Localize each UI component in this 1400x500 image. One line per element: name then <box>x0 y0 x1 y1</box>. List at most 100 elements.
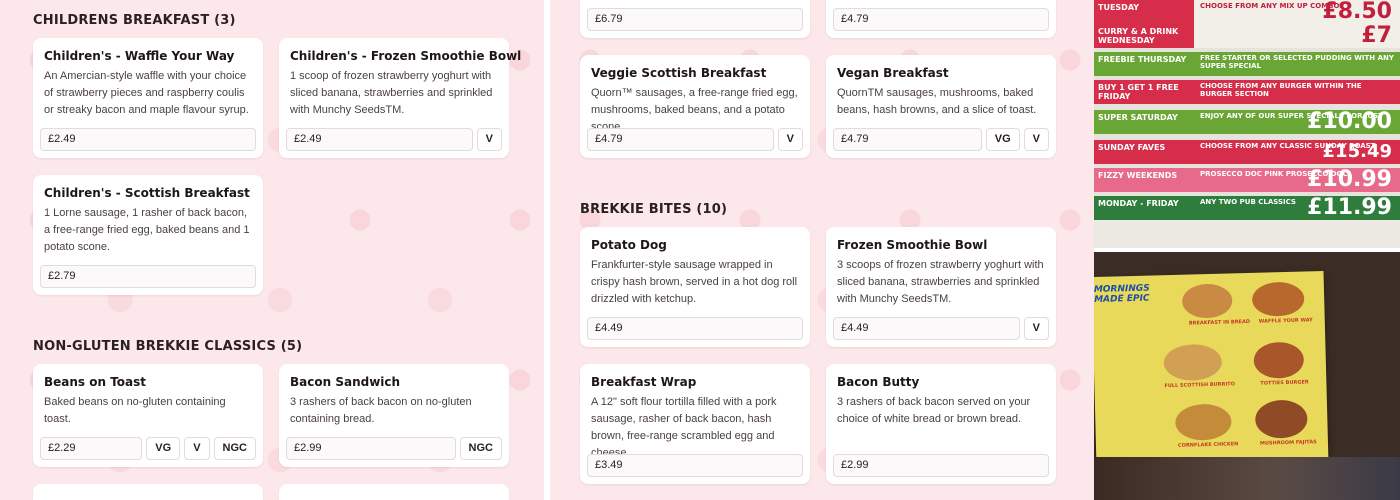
promo-day: MONDAY - FRIDAY <box>1094 196 1194 220</box>
menu-item-card[interactable]: Veggie Scottish Breakfast Quorn™ sausage… <box>580 55 810 158</box>
item-description: An Amercian-style waffle with your choic… <box>44 70 249 116</box>
promo-day: CURRY & A DRINK WEDNESDAY <box>1094 24 1194 48</box>
item-price: £4.79 <box>587 128 774 151</box>
promo-day: SUPER SATURDAY <box>1094 110 1194 134</box>
item-title: Veggie Scottish Breakfast <box>591 66 767 80</box>
menu-item-card[interactable]: Vegan Breakfast QuornTM sausages, mushro… <box>826 55 1056 158</box>
promo-offer: FREE STARTER OR SELECTED PUDDING WITH AN… <box>1194 52 1400 76</box>
promo-offer: CHOOSE FROM ANY MIX UP COMBO £8.50 <box>1194 0 1400 24</box>
menu-item-card[interactable]: Children's - Scottish Breakfast 1 Lorne … <box>33 175 263 295</box>
leaflet-item-label: CORNFLAKE CHICKEN <box>1177 441 1239 449</box>
menu-item-card-partial[interactable]: £6.79 <box>580 0 810 38</box>
menu-item-card[interactable]: Frozen Smoothie Bowl 3 scoops of frozen … <box>826 227 1056 347</box>
item-description: QuornTM sausages, mushrooms, baked beans… <box>837 87 1037 116</box>
price-row: £4.79 <box>833 8 1049 31</box>
price-row: £2.99 NGC <box>286 437 502 460</box>
breakfast-leaflet: MORNINGS MADE EPIC BREAKFAST IN BREAD WA… <box>1094 270 1329 468</box>
leaflet-item-label: MUSHROOM FAJITAS <box>1259 439 1317 447</box>
dietary-tag: V <box>1023 128 1049 151</box>
item-title: Children's - Waffle Your Way <box>44 49 235 63</box>
item-description: 1 scoop of frozen strawberry yoghurt wit… <box>290 70 493 116</box>
item-title: Vegan Breakfast <box>837 66 949 80</box>
item-title: Breakfast Wrap <box>591 375 697 389</box>
leaflet-item-label: BREAKFAST IN BREAD <box>1188 318 1251 327</box>
price-row: £3.49 <box>587 454 803 477</box>
section-title-childrens: CHILDRENS BREAKFAST (3) <box>33 13 236 28</box>
item-price: £2.29 <box>40 437 143 460</box>
price-row: £4.49 V <box>833 317 1049 340</box>
leaflet-item-label: TOTTIES BURGER <box>1260 379 1309 387</box>
promo-offer: ENJOY ANY OF OUR SUPER SPECIALS FOR JUST… <box>1194 110 1400 134</box>
item-price: £2.99 <box>286 437 456 460</box>
promo-price: £11.99 <box>1307 195 1392 220</box>
promo-offer-text: ANY TWO PUB CLASSICS <box>1200 198 1296 206</box>
item-title: Children's - Frozen Smoothie Bowl <box>290 49 522 63</box>
menu-item-card[interactable]: Bacon Butty 3 rashers of back bacon serv… <box>826 364 1056 484</box>
menu-item-card[interactable]: Children's - Frozen Smoothie Bowl 1 scoo… <box>279 38 522 158</box>
item-price: £3.49 <box>587 454 803 477</box>
menu-item-card[interactable]: Children's - Waffle Your Way An Amercian… <box>33 38 263 158</box>
item-price: £4.49 <box>833 317 1020 340</box>
item-price: £2.49 <box>286 128 473 151</box>
food-image <box>1254 399 1308 439</box>
menu-item-card-partial[interactable] <box>33 484 263 500</box>
dietary-tag: NGC <box>213 437 256 460</box>
item-description: A 12" soft flour tortilla filled with a … <box>591 396 777 459</box>
item-price: £4.49 <box>587 317 803 340</box>
price-row: £2.99 <box>833 454 1049 477</box>
dietary-tag: NGC <box>459 437 502 460</box>
promo-footer <box>1094 220 1400 248</box>
promo-price: £15.49 <box>1322 141 1392 162</box>
price-row: £4.79 V <box>587 128 803 151</box>
item-price: £6.79 <box>587 8 803 31</box>
menu-item-card[interactable]: Bacon Sandwich 3 rashers of back bacon o… <box>279 364 509 467</box>
promo-day: TUESDAY <box>1094 0 1194 24</box>
item-title: Frozen Smoothie Bowl <box>837 238 988 252</box>
item-title: Bacon Sandwich <box>290 375 401 389</box>
menu-panel-right: £6.79 £4.79 Veggie Scottish Breakfast Qu… <box>550 0 1094 500</box>
promo-day: FIZZY WEEKENDS <box>1094 168 1194 192</box>
menu-item-card-partial[interactable]: £4.79 <box>826 0 1056 38</box>
promo-price: £10.00 <box>1307 109 1392 134</box>
price-row: £6.79 <box>587 8 803 31</box>
item-description: Frankfurter-style sausage wrapped in cri… <box>591 259 798 305</box>
dietary-tag: VG <box>146 437 181 460</box>
section-title-nongluten: NON-GLUTEN BREKKIE CLASSICS (5) <box>33 339 303 354</box>
promo-day: FREEBIE THURSDAY <box>1094 52 1194 76</box>
item-description: 3 scoops of frozen strawberry yoghurt wi… <box>837 259 1044 305</box>
promo-price: £8.50 <box>1322 0 1392 24</box>
item-price: £4.79 <box>833 8 1049 31</box>
item-title: Bacon Butty <box>837 375 920 389</box>
item-title: Potato Dog <box>591 238 667 252</box>
promo-offer-text: FREE STARTER OR SELECTED PUDDING WITH AN… <box>1200 54 1394 70</box>
menu-item-card-partial[interactable] <box>279 484 509 500</box>
item-description: 3 rashers of back bacon served on your c… <box>837 396 1031 425</box>
leaflet-item-label: WAFFLE YOUR WAY <box>1258 317 1313 325</box>
food-image <box>1163 343 1223 382</box>
dietary-tag: V <box>184 437 210 460</box>
price-row: £2.79 <box>40 265 256 288</box>
item-description: 1 Lorne sausage, 1 rasher of back bacon,… <box>44 207 250 253</box>
promo-price: £10.99 <box>1307 167 1392 192</box>
dietary-tag: VG <box>985 128 1020 151</box>
item-description: 3 rashers of back bacon on no-gluten con… <box>290 396 472 425</box>
menu-item-card[interactable]: Potato Dog Frankfurter-style sausage wra… <box>580 227 810 347</box>
price-row: £2.29 VG V NGC <box>40 437 256 460</box>
promo-offer: CHOOSE FROM ANY CLASSIC SUNDAY ROAST £15… <box>1194 140 1400 164</box>
leaflet-title: MORNINGS MADE EPIC <box>1094 283 1150 306</box>
menu-item-card[interactable]: Breakfast Wrap A 12" soft flour tortilla… <box>580 364 810 484</box>
leaflet-item-label: FULL SCOTTISH BURRITO <box>1164 381 1236 390</box>
price-row: £4.79 VG V <box>833 128 1049 151</box>
price-row: £2.49 V <box>286 128 502 151</box>
dietary-tag: V <box>476 128 502 151</box>
menu-panel-left: CHILDRENS BREAKFAST (3) Children's - Waf… <box>0 0 544 500</box>
promo-offer: ANY TWO PUB CLASSICS £11.99 <box>1194 196 1400 220</box>
menu-item-card[interactable]: Beans on Toast Baked beans on no-gluten … <box>33 364 263 467</box>
item-price: £2.49 <box>40 128 256 151</box>
item-description: Baked beans on no-gluten containing toas… <box>44 396 226 425</box>
food-image <box>1174 403 1232 441</box>
item-price: £2.99 <box>833 454 1049 477</box>
promo-day: SUNDAY FAVES <box>1094 140 1194 164</box>
price-row: £4.49 <box>587 317 803 340</box>
promo-offer: £7 <box>1194 24 1400 48</box>
